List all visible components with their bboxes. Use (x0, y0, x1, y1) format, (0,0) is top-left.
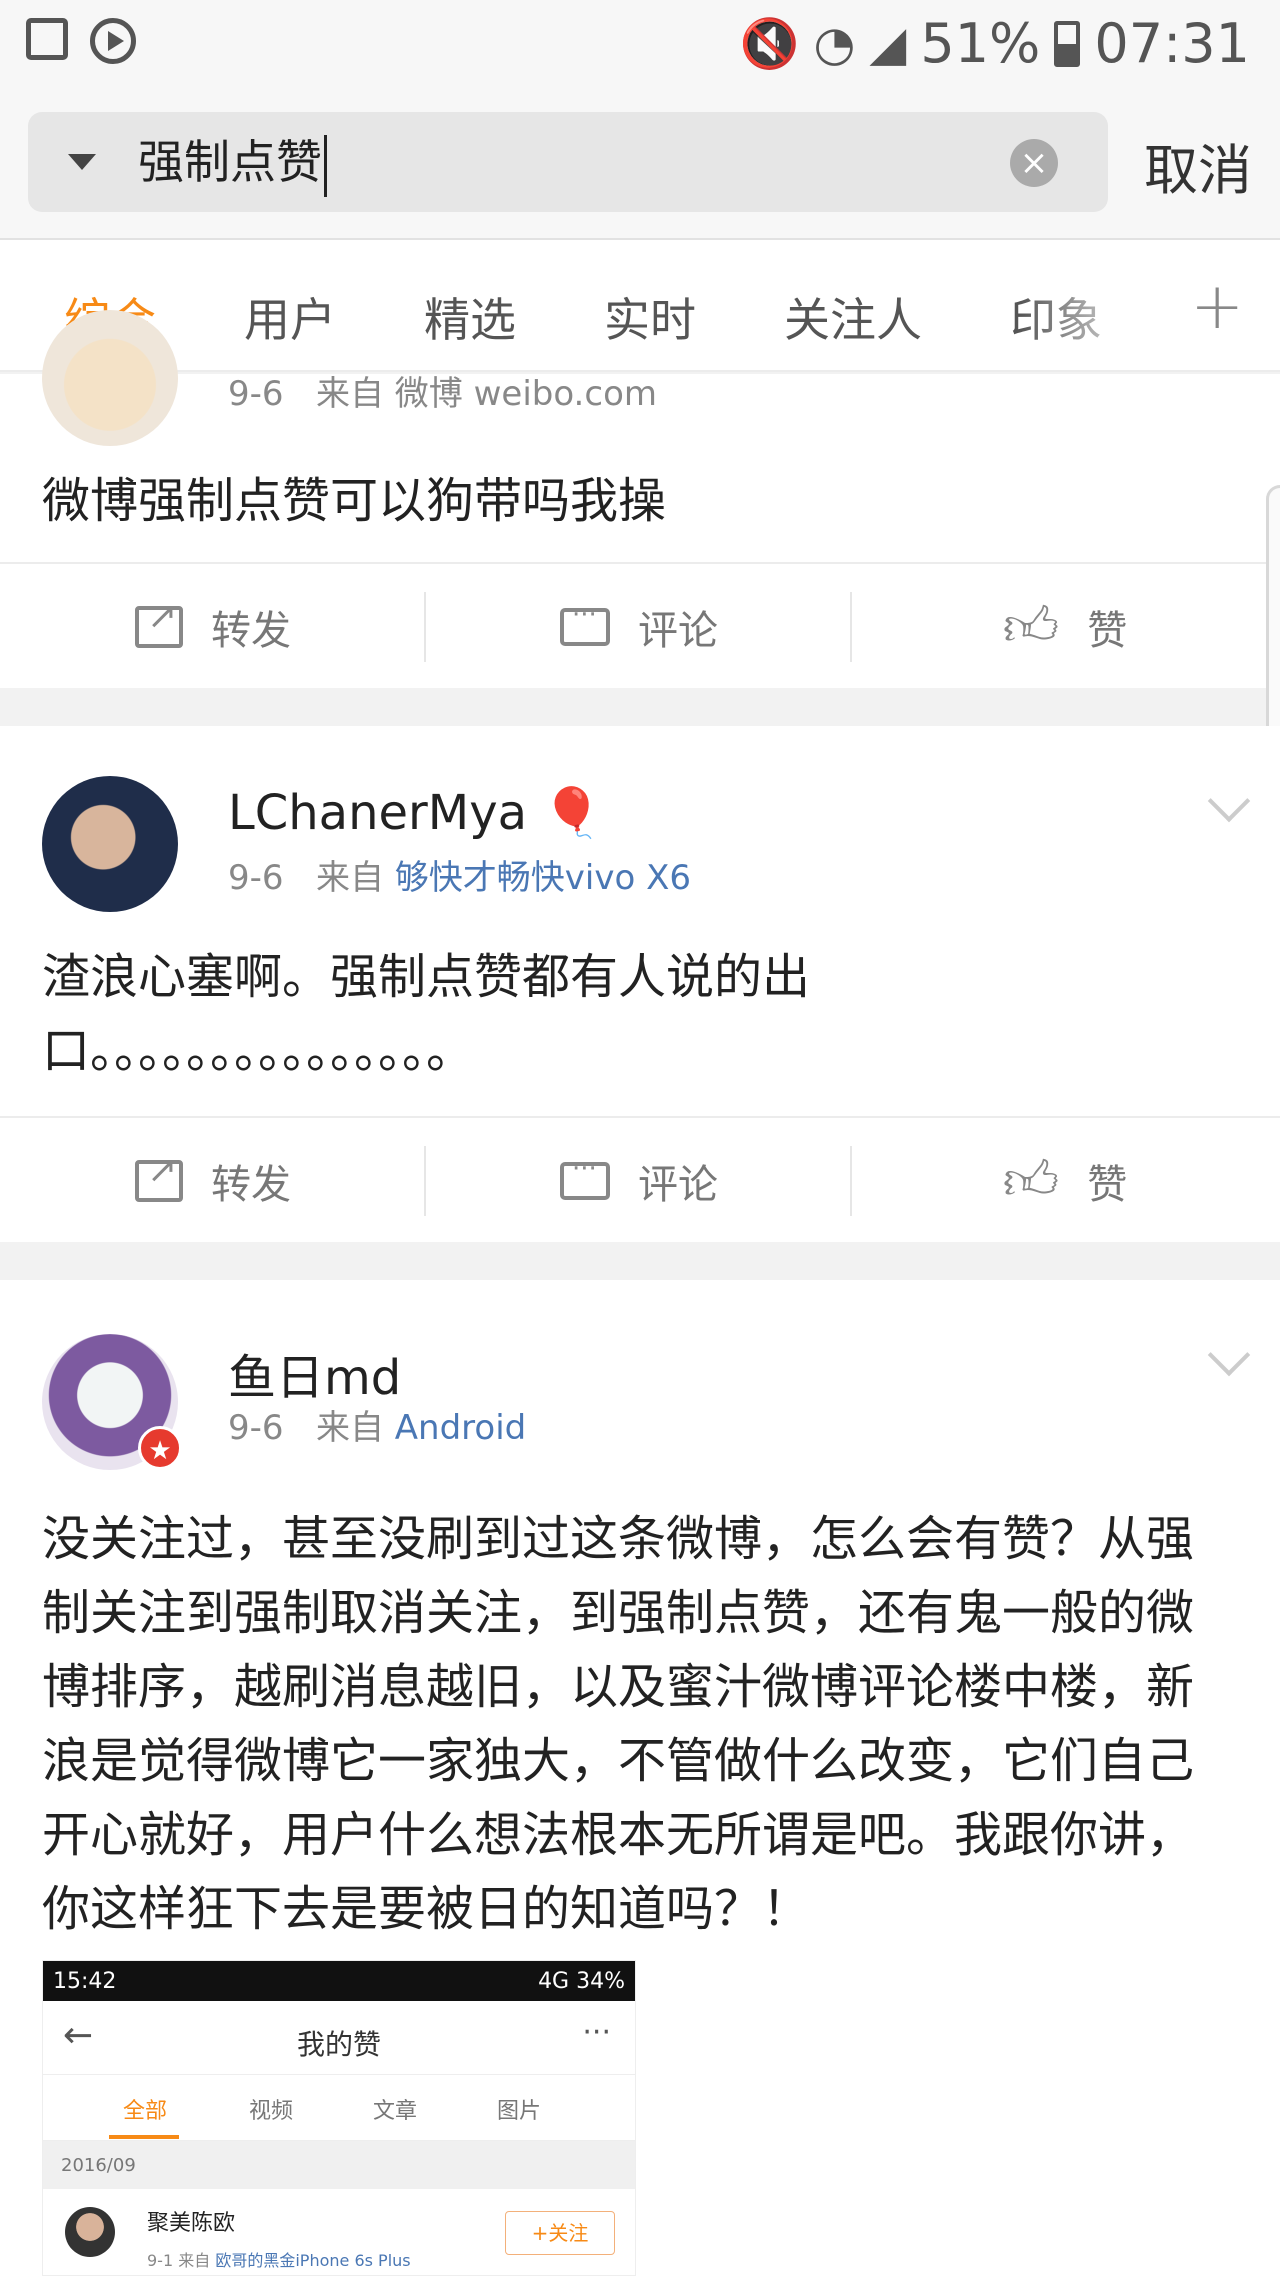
add-tab-icon[interactable]: + (1190, 270, 1244, 344)
text-cursor (324, 134, 327, 197)
comment-icon (560, 1154, 610, 1200)
username[interactable]: LChanerMya 🎈 (228, 784, 602, 841)
more-icon: ··· (582, 2015, 611, 2050)
post-text: 渣浪心塞啊。强制点赞都有人说的出口。。。。。。。。。。。。。。。 (42, 949, 811, 1079)
action-bar: 转发 评论 👍︎赞 (0, 562, 1280, 688)
tab-following[interactable]: 关注人 (784, 284, 922, 350)
tab-bar: 综合 用户 精选 实时 关注人 印象 + (0, 240, 1280, 372)
image-title: 我的赞 (296, 2028, 381, 2061)
balloon-badge-icon: 🎈 (542, 785, 603, 841)
username[interactable]: 鱼日md (228, 1338, 401, 1408)
clear-icon[interactable]: × (1010, 139, 1058, 187)
tab-featured[interactable]: 精选 (424, 284, 516, 350)
dropdown-caret-icon[interactable] (68, 154, 96, 170)
post-text: 没关注过，甚至没刷到过这条微博，怎么会有赞？从强制关注到强制取消关注，到强制点赞… (42, 1511, 1195, 1937)
clock: 07:31 (1094, 12, 1250, 75)
repost-button[interactable]: 转发 (0, 1118, 426, 1244)
wifi-icon: ◔ (813, 15, 856, 72)
search-input[interactable]: 强制点赞 × (28, 112, 1108, 212)
battery-icon (1054, 20, 1081, 67)
verified-badge-icon: ★ (138, 1426, 182, 1470)
image-tab: 全部 (123, 2099, 168, 2124)
post-meta: 9-6 来自 Android (228, 1408, 527, 1448)
search-query: 强制点赞 (138, 135, 322, 189)
avatar[interactable] (42, 310, 178, 446)
post-card: 9-6 来自 微博 weibo.com 微博强制点赞可以狗带吗我操 转发 评论 … (0, 310, 1280, 688)
post-meta: 9-6 来自 够快才畅快vivo X6 (228, 858, 692, 898)
cancel-button[interactable]: 取消 (1144, 126, 1252, 205)
battery-percent: 51% (920, 12, 1041, 75)
signal-icon: ◢ (869, 15, 907, 72)
image-meta: 9-1 来自 欧哥的黑金iPhone 6s Plus (147, 2251, 411, 2270)
like-button[interactable]: 👍︎ 赞 (852, 1118, 1278, 1244)
image-status-bar: 15:42 4G 34% (43, 1961, 635, 2001)
action-bar: 转发 评论 👍︎赞 (0, 1116, 1280, 1242)
chevron-down-icon[interactable] (1207, 779, 1251, 823)
tab-realtime[interactable]: 实时 (604, 284, 696, 350)
post-text: 微博强制点赞可以狗带吗我操 (42, 473, 667, 529)
search-bar: 强制点赞 × 取消 (0, 90, 1280, 240)
tab-users[interactable]: 用户 (244, 284, 336, 350)
image-tab: 文章 (373, 2099, 418, 2124)
repost-button[interactable]: 转发 (0, 564, 426, 690)
repost-icon (135, 596, 183, 648)
gallery-icon (26, 18, 68, 60)
comment-button[interactable]: 评论 (426, 564, 852, 690)
image-tab: 视频 (249, 2099, 294, 2124)
image-date-header: 2016/09 (43, 2141, 635, 2189)
repost-icon (135, 1150, 183, 1202)
post-meta: 9-6 来自 微博 weibo.com (228, 374, 657, 414)
comment-icon (560, 600, 610, 646)
image-username: 聚美陈欧 (147, 2211, 236, 2236)
post-image[interactable]: 15:42 4G 34% ← 我的赞 ··· 全部 视频 文章 图片 2016/… (42, 1960, 636, 2276)
avatar (65, 2207, 115, 2257)
play-icon (90, 18, 136, 64)
post-card: LChanerMya 🎈 9-6 来自 够快才畅快vivo X6 渣浪心塞啊。强… (0, 726, 1280, 1242)
image-tab: 图片 (497, 2099, 542, 2124)
comment-button[interactable]: 评论 (426, 1118, 852, 1244)
avatar[interactable] (42, 776, 178, 912)
status-bar: 🔇 ◔ ◢ 51% 07:31 (0, 0, 1280, 90)
thumbs-up-icon: 👍︎ (1002, 1148, 1060, 1212)
like-button[interactable]: 👍︎ 赞 (852, 564, 1278, 690)
chevron-down-icon[interactable] (1207, 1333, 1251, 1377)
thumbs-up-icon: 👍︎ (1002, 594, 1060, 658)
mute-icon: 🔇 (739, 16, 800, 72)
image-follow-button: +关注 (505, 2211, 615, 2255)
